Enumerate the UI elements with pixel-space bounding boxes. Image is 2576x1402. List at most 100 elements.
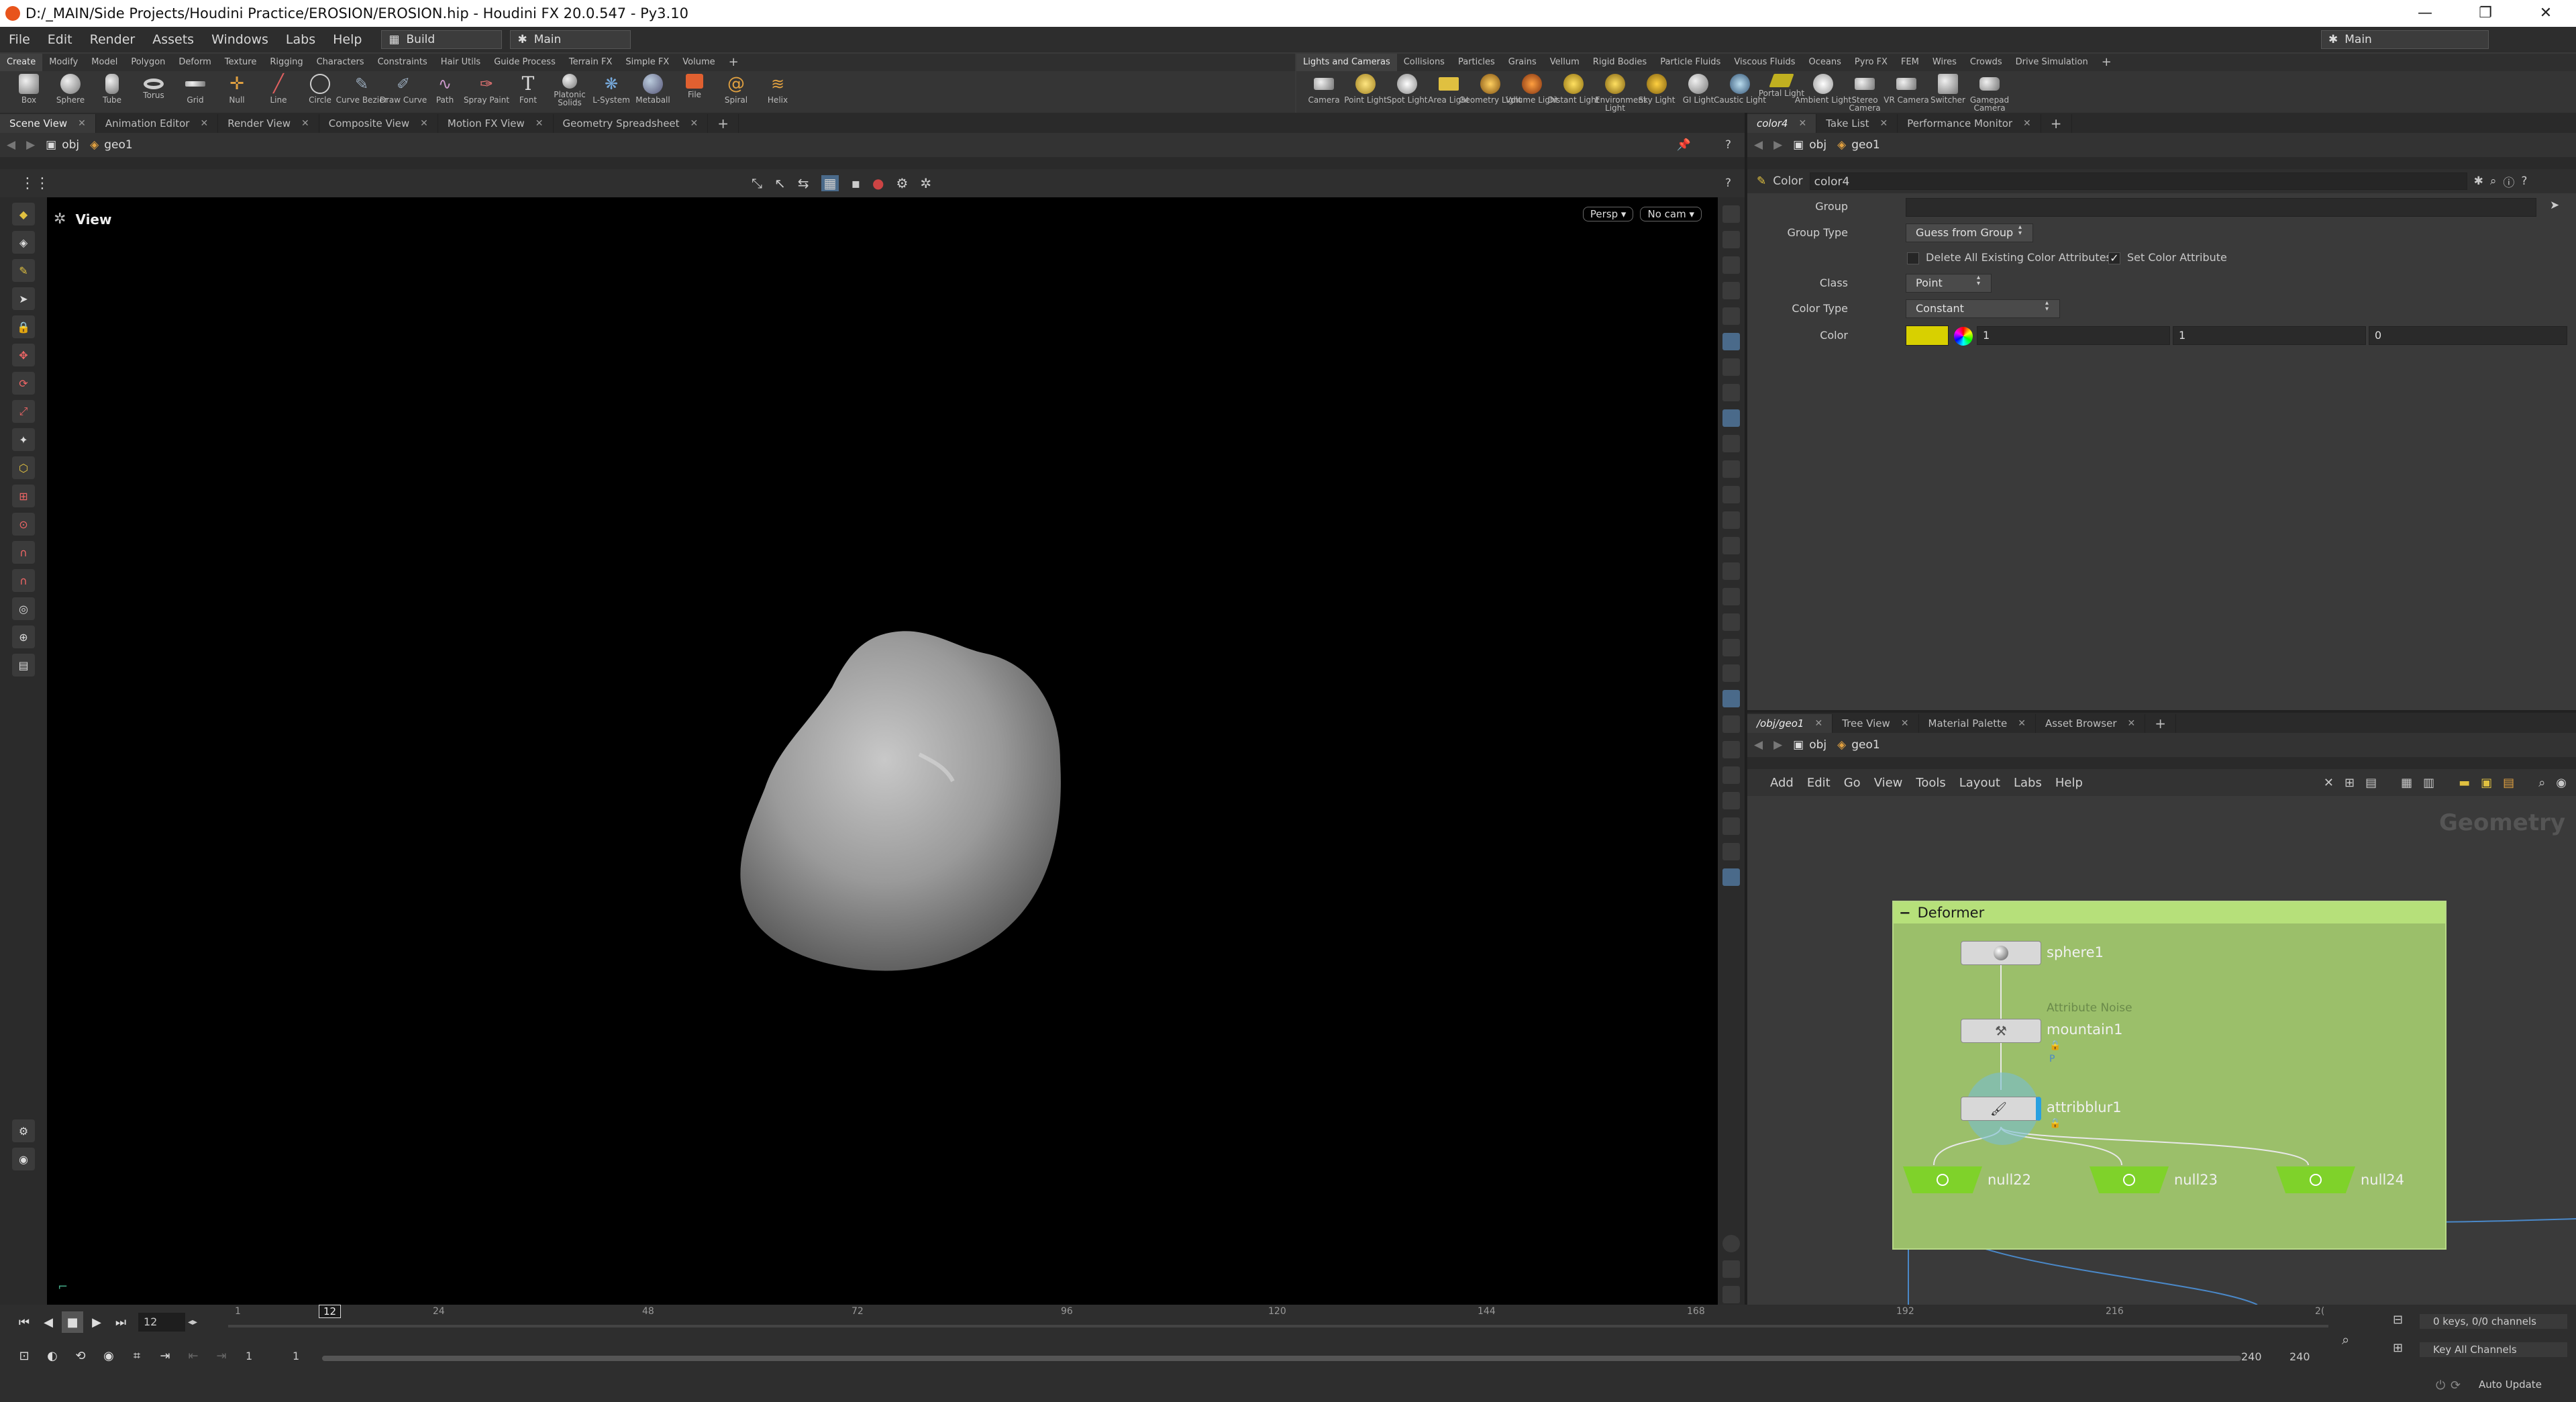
shelf-tab-modify[interactable]: Modify	[42, 54, 85, 71]
tool-circle[interactable]: Circle	[299, 71, 341, 113]
shelf-tab-characters[interactable]: Characters	[310, 54, 371, 71]
tool-point-light[interactable]: Point Light	[1344, 71, 1387, 113]
scene-viewport[interactable]: ✲ View Persp ▾ No cam ▾ ⌐	[47, 197, 1718, 1305]
light-icon[interactable]	[1722, 333, 1740, 350]
shape-palette-icon[interactable]: ▤	[2503, 776, 2514, 790]
help-icon[interactable]: ?	[2521, 174, 2527, 188]
persp-menu[interactable]: Persp ▾	[1582, 207, 1634, 221]
right-context-dropdown[interactable]: ✱ Main	[2321, 30, 2489, 49]
close-icon[interactable]: ✕	[301, 118, 309, 129]
table-view-icon[interactable]: ▥	[2423, 776, 2434, 790]
record-icon[interactable]: ●	[872, 175, 884, 191]
delete-attributes-checkbox[interactable]	[1907, 252, 1919, 264]
handle-icon[interactable]	[1722, 792, 1740, 809]
back-arrow-icon[interactable]: ◀	[7, 138, 15, 152]
timeline-search-icon[interactable]: ⌕	[2342, 1332, 2349, 1348]
tool-box[interactable]: Box	[8, 71, 50, 113]
tool-gamepad-camera[interactable]: Gamepad Camera	[1969, 71, 2010, 113]
node-attribblur1[interactable]: 🖌	[1961, 1097, 2041, 1121]
color-wheel-icon[interactable]	[1954, 327, 1973, 346]
close-icon[interactable]: ✕	[200, 118, 208, 129]
deformer-network-box[interactable]: − Deformer sphere1 Attribute Noise ⚒ mou…	[1892, 901, 2446, 1250]
shelf-tab-texture[interactable]: Texture	[218, 54, 264, 71]
tool-camera[interactable]: Camera	[1303, 71, 1345, 113]
info-icon[interactable]: ⓘ	[2503, 173, 2514, 190]
tool-gi-light[interactable]: GI Light	[1678, 71, 1719, 113]
number-icon[interactable]	[1722, 588, 1740, 605]
timeline-ruler[interactable]: 1 24 48 72 96 120 144 168 192 216 2( 12	[228, 1305, 2328, 1338]
group-select-arrow-icon[interactable]: ➤	[2550, 199, 2559, 212]
forward-arrow-icon[interactable]: ▶	[26, 138, 35, 152]
net-menu-layout[interactable]: Layout	[1953, 776, 2007, 790]
next-key-icon[interactable]: ⇥	[211, 1345, 232, 1366]
shelf-tab-terrain-fx[interactable]: Terrain FX	[562, 54, 619, 71]
pin-marker-icon[interactable]	[1722, 868, 1740, 886]
rotate-icon[interactable]: ⟳	[12, 372, 35, 395]
lock-icon[interactable]: 🔒	[12, 315, 35, 338]
magnet-icon[interactable]: ∩	[12, 541, 35, 564]
close-icon[interactable]: ✕	[1798, 118, 1806, 129]
step-arrows-icon[interactable]: ◂▸	[188, 1317, 197, 1328]
eraser-icon[interactable]	[1722, 613, 1740, 631]
mask-icon[interactable]	[1722, 766, 1740, 784]
forward-arrow-icon[interactable]: ▶	[1773, 738, 1782, 752]
handle-tool-icon[interactable]: ◆	[12, 203, 35, 226]
shelf-tab-guide-process[interactable]: Guide Process	[487, 54, 562, 71]
shelf-tab-wires[interactable]: Wires	[1926, 54, 1963, 71]
magnet2-icon[interactable]: ∩	[12, 569, 35, 592]
loop-icon[interactable]: ⟲	[70, 1345, 91, 1366]
tool-ambient-light[interactable]: Ambient Light	[1795, 71, 1851, 113]
add-param-tab-button[interactable]: +	[2041, 114, 2072, 133]
play-reverse-button[interactable]: ◀	[38, 1311, 59, 1333]
node-null24[interactable]	[2276, 1166, 2355, 1193]
view-tool-icon[interactable]: ◈	[12, 231, 35, 254]
shadow-icon[interactable]	[1722, 409, 1740, 427]
shelf-tab-particles[interactable]: Particles	[1451, 54, 1502, 71]
tool-curve-bezier[interactable]: ✎ Curve Bezier	[336, 71, 388, 113]
context-dropdown[interactable]: ✱ Main	[510, 30, 631, 49]
realtime-icon[interactable]: ⊡	[13, 1345, 35, 1366]
snap-grid-icon[interactable]: ⊞	[12, 485, 35, 507]
net-menu-view[interactable]: View	[1867, 776, 1910, 790]
bucket-icon[interactable]	[1722, 639, 1740, 656]
help-icon[interactable]: ?	[1725, 138, 1731, 152]
shelf-tab-model[interactable]: Model	[85, 54, 124, 71]
info-icon[interactable]	[1722, 1235, 1740, 1252]
close-button[interactable]: ✕	[2516, 0, 2576, 27]
tool-sphere[interactable]: Sphere	[50, 71, 91, 113]
eroded-sphere-geometry[interactable]	[731, 627, 1094, 996]
layout-icon[interactable]	[1722, 1260, 1740, 1278]
shaded-icon[interactable]: ▦	[821, 175, 839, 191]
color-r-field[interactable]: 1	[1977, 326, 2170, 345]
tab-material-palette[interactable]: Material Palette ✕	[1919, 714, 2036, 733]
tool-spray-paint[interactable]: ✑ Spray Paint	[464, 71, 509, 113]
wireframe-icon[interactable]: ⇆	[798, 175, 809, 191]
breadcrumb-obj[interactable]: ▣ obj	[1793, 738, 1826, 752]
grid-view-icon[interactable]: ▦	[2401, 776, 2412, 790]
tab-composite-view[interactable]: Composite View ✕	[319, 114, 438, 133]
key-all-icon[interactable]: ⊞	[2393, 1341, 2403, 1355]
desktop-dropdown[interactable]: ▦ Build	[381, 30, 503, 49]
stop-button[interactable]: ■	[62, 1311, 83, 1333]
minimize-button[interactable]: —	[2395, 0, 2455, 27]
node-mountain1[interactable]: ⚒	[1961, 1019, 2041, 1043]
render-region-icon[interactable]: ◎	[12, 597, 35, 620]
tool-file[interactable]: File	[674, 71, 715, 113]
shelf-tab-simple-fx[interactable]: Simple FX	[619, 54, 676, 71]
key-channels-icon[interactable]: ⊟	[2393, 1313, 2403, 1327]
menu-help[interactable]: Help	[324, 32, 370, 47]
add-shelf-tab-right-button[interactable]: +	[2095, 54, 2118, 71]
shelf-tab-crowds[interactable]: Crowds	[1963, 54, 2009, 71]
breadcrumb-obj[interactable]: ▣ obj	[46, 138, 79, 152]
shelf-tab-rigid-bodies[interactable]: Rigid Bodies	[1586, 54, 1653, 71]
tool-grid[interactable]: Grid	[174, 71, 216, 113]
close-icon[interactable]: ✕	[420, 118, 428, 129]
camera-view-icon[interactable]: ⚙	[896, 175, 908, 191]
range-slider[interactable]	[322, 1356, 2241, 1361]
net-menu-help[interactable]: Help	[2049, 776, 2090, 790]
shelf-tab-constraints[interactable]: Constraints	[371, 54, 434, 71]
tool-stereo-camera[interactable]: Stereo Camera	[1844, 71, 1886, 113]
shelf-tab-fem[interactable]: FEM	[1894, 54, 1926, 71]
add-network-tab-button[interactable]: +	[2145, 714, 2176, 733]
node-name-field[interactable]: color4	[1809, 172, 2467, 190]
